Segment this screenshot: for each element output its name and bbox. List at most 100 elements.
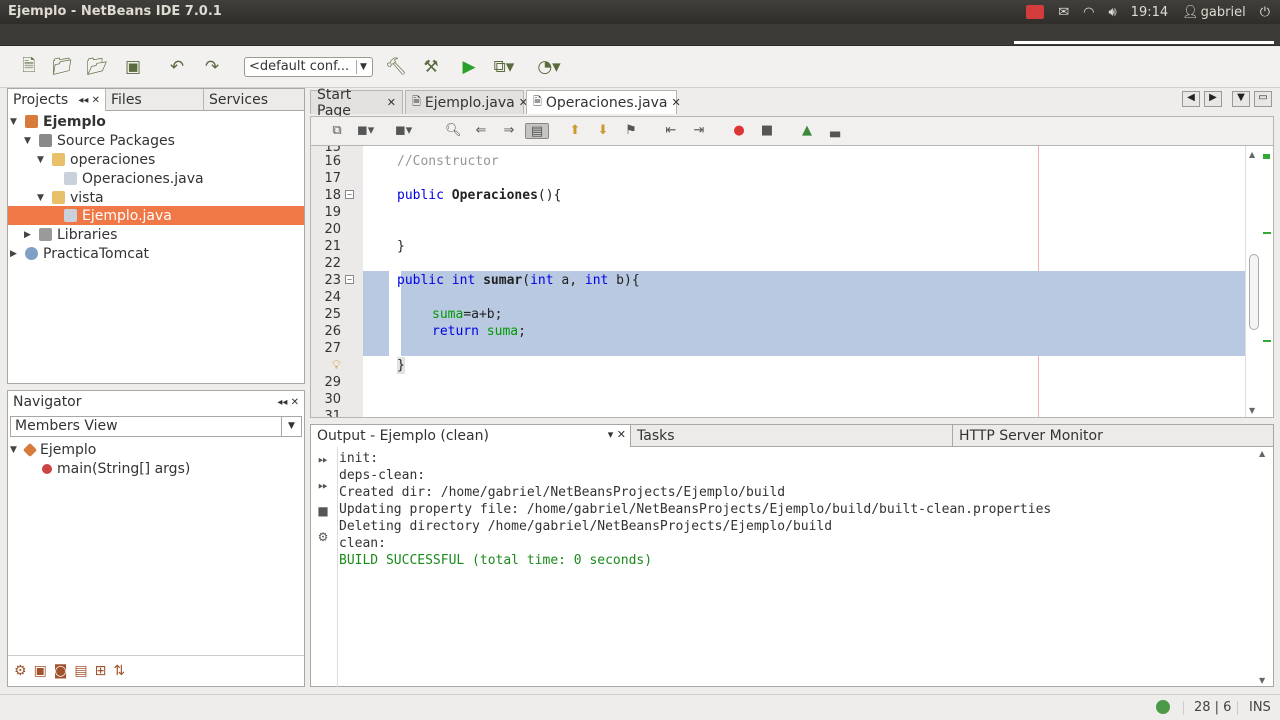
start-macro-icon[interactable]: ● bbox=[731, 123, 747, 139]
expand-icon[interactable]: ▼ bbox=[24, 136, 34, 146]
tab-projects[interactable]: Projects ◂◂ ✕ bbox=[8, 89, 106, 111]
profile-icon[interactable]: ◔▾ bbox=[537, 56, 560, 78]
filter-static-icon[interactable]: ▣ bbox=[34, 663, 47, 679]
filter-sort-icon[interactable]: ⊞ bbox=[95, 663, 107, 679]
previous-bookmark-icon[interactable]: ⬆ bbox=[567, 123, 583, 139]
tree-item-vista[interactable]: ▼ vista bbox=[37, 188, 104, 207]
tree-item-practicatomcat[interactable]: ▶ PracticaTomcat bbox=[10, 244, 149, 263]
tab-services[interactable]: Services bbox=[204, 89, 304, 111]
filter-fields-icon[interactable]: ⚙︎ bbox=[14, 663, 27, 679]
uncomment-icon[interactable]: ▃ bbox=[827, 123, 843, 139]
mail-icon[interactable]: ✉ bbox=[1058, 5, 1069, 20]
task-status-icon[interactable] bbox=[1156, 700, 1170, 714]
menu-bar bbox=[0, 24, 1280, 46]
forward-icon[interactable]: ◼▾ bbox=[395, 123, 412, 139]
undo-icon[interactable]: ↶ bbox=[166, 56, 188, 78]
filter-inherited-icon[interactable]: ▤ bbox=[74, 663, 87, 679]
shift-left-icon[interactable]: ⇤ bbox=[663, 123, 679, 139]
fold-icon[interactable]: − bbox=[345, 190, 354, 199]
tree-item-ejemplo[interactable]: ▼ Ejemplo bbox=[10, 112, 106, 131]
rerun-icon[interactable]: ⏩︎ bbox=[315, 452, 331, 468]
scroll-left-icon[interactable]: ◀ bbox=[1182, 91, 1200, 107]
code-line: 24 bbox=[324, 290, 341, 305]
chevron-down-icon[interactable]: ▼ bbox=[281, 417, 301, 436]
tab-output[interactable]: Output - Ejemplo (clean) ▾ ✕ bbox=[311, 425, 631, 447]
settings-icon[interactable]: ⚙︎ bbox=[315, 530, 331, 546]
tab-files[interactable]: Files bbox=[106, 89, 204, 111]
tree-item-operaciones-java[interactable]: Operaciones.java bbox=[64, 169, 204, 188]
comment-icon[interactable]: ▲ bbox=[799, 123, 815, 139]
expand-icon[interactable]: ▼ bbox=[10, 445, 20, 455]
clean-build-icon[interactable]: ⚒ bbox=[420, 56, 442, 78]
tab-http-server-monitor[interactable]: HTTP Server Monitor bbox=[953, 425, 1273, 447]
expand-icon[interactable]: ▼ bbox=[37, 155, 47, 165]
editor-scrollbar[interactable]: ▲ ▼ bbox=[1245, 146, 1273, 417]
user-icon[interactable]: 👤︎ bbox=[1182, 5, 1199, 20]
source-history-icon[interactable]: ⧉ bbox=[329, 123, 345, 139]
volume-icon[interactable]: 🔊︎ bbox=[1108, 5, 1116, 20]
minimize-icon[interactable]: ◂◂ ✕ bbox=[277, 397, 299, 408]
toggle-highlight-icon[interactable]: ▤ bbox=[525, 123, 549, 139]
tree-item-libraries[interactable]: ▶ Libraries bbox=[24, 225, 117, 244]
java-file-icon bbox=[64, 172, 77, 185]
fold-icon[interactable]: − bbox=[345, 275, 354, 284]
navigator-member-item[interactable]: main(String[] args) bbox=[42, 459, 190, 478]
toggle-bookmark-icon[interactable]: ⚑ bbox=[623, 123, 639, 139]
tree-item-source-packages[interactable]: ▼ Source Packages bbox=[24, 131, 175, 150]
members-view-select[interactable]: Members View ▼ bbox=[10, 416, 302, 437]
code-editor[interactable]: 15 16//Constructor 17 18− public Operacio… bbox=[310, 145, 1274, 418]
close-icon[interactable]: ✕ bbox=[671, 96, 680, 109]
redo-icon[interactable]: ↷ bbox=[201, 56, 223, 78]
navigator-class-item[interactable]: ▼ Ejemplo bbox=[10, 440, 96, 459]
stop-macro-icon[interactable]: ■ bbox=[759, 123, 775, 139]
find-next-icon[interactable]: ⇒ bbox=[501, 123, 517, 139]
tab-operaciones-java[interactable]: 🗎 Operaciones.java ✕ bbox=[526, 90, 681, 114]
tab-start-page[interactable]: Start Page ✕ bbox=[310, 87, 403, 119]
find-previous-icon[interactable]: ⇐ bbox=[473, 123, 489, 139]
scroll-thumb[interactable] bbox=[1249, 254, 1259, 330]
save-all-icon[interactable]: ▣ bbox=[122, 56, 144, 78]
back-icon[interactable]: ◼▾ bbox=[357, 123, 374, 139]
tree-item-ejemplo-java[interactable]: Ejemplo.java bbox=[8, 206, 304, 225]
run-icon[interactable]: ▶ bbox=[458, 56, 480, 78]
minimize-icon[interactable]: ◂◂ ✕ bbox=[78, 95, 100, 106]
maximize-icon[interactable]: ▭ bbox=[1254, 91, 1272, 107]
stop-icon[interactable]: ■ bbox=[315, 504, 331, 520]
next-bookmark-icon[interactable]: ⬇ bbox=[595, 123, 611, 139]
tab-navigator[interactable]: Navigator ◂◂ ✕ bbox=[8, 391, 304, 413]
user-name[interactable]: gabriel bbox=[1201, 5, 1246, 20]
indicator-icon[interactable] bbox=[1026, 5, 1045, 19]
configuration-select[interactable]: <default conf... ▼ bbox=[244, 57, 373, 77]
chevron-down-icon[interactable]: ▼ bbox=[356, 60, 370, 74]
project-icon bbox=[25, 115, 38, 128]
close-icon[interactable]: ✕ bbox=[387, 96, 396, 109]
hint-bulb-icon[interactable]: 💡︎ bbox=[311, 357, 341, 374]
tab-ejemplo-java[interactable]: 🗎 Ejemplo.java ✕ bbox=[405, 90, 528, 114]
new-file-icon[interactable]: 🗎 bbox=[18, 56, 40, 78]
tab-tasks[interactable]: Tasks bbox=[631, 425, 953, 447]
find-icon[interactable]: 🔍︎ bbox=[445, 123, 462, 139]
tree-item-operaciones[interactable]: ▼ operaciones bbox=[37, 150, 155, 169]
editor-tabstrip: Start Page ✕ 🗎 Ejemplo.java ✕ 🗎 Operaciones.… bbox=[310, 87, 1274, 119]
shift-right-icon[interactable]: ⇥ bbox=[691, 123, 707, 139]
expand-icon[interactable]: ▼ bbox=[10, 117, 20, 127]
debug-icon[interactable]: ⧉▾ bbox=[493, 56, 515, 78]
build-icon[interactable]: 🔨︎ bbox=[385, 56, 407, 78]
code-line: 17 bbox=[324, 171, 341, 186]
sort-icon[interactable]: ⇅ bbox=[113, 663, 125, 679]
close-icon[interactable]: ▾ ✕ bbox=[608, 428, 626, 441]
output-scrollbar[interactable]: ▲ ▼ bbox=[1259, 449, 1271, 685]
clock[interactable]: 19:14 bbox=[1131, 5, 1168, 20]
collapse-icon[interactable]: ▶ bbox=[24, 230, 34, 240]
output-line: init: bbox=[339, 451, 379, 466]
rerun-with-options-icon[interactable]: ⏩︎ bbox=[315, 478, 331, 494]
expand-icon[interactable]: ▼ bbox=[37, 193, 47, 203]
document-list-icon[interactable]: ▼ bbox=[1232, 91, 1250, 107]
power-icon[interactable]: ⏻ bbox=[1260, 5, 1270, 20]
collapse-icon[interactable]: ▶ bbox=[10, 249, 20, 259]
filter-nonpublic-icon[interactable]: ◙ bbox=[54, 663, 68, 679]
open-project-icon[interactable]: 📂︎ bbox=[86, 56, 108, 78]
wifi-icon[interactable]: ◠ bbox=[1083, 5, 1094, 20]
new-project-icon[interactable]: 📁︎ bbox=[51, 56, 73, 78]
scroll-right-icon[interactable]: ▶ bbox=[1204, 91, 1222, 107]
